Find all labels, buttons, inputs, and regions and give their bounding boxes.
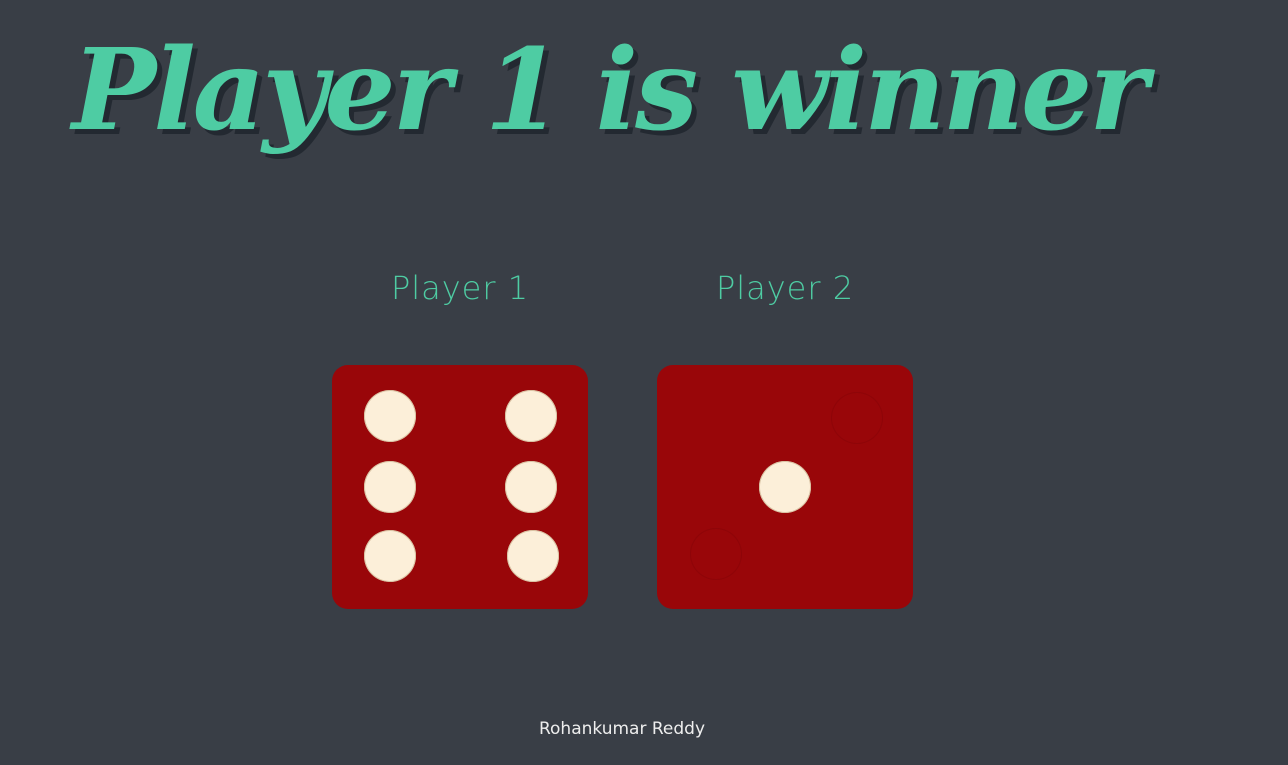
die-pip-hidden: [831, 392, 883, 444]
winner-title: Player 1 is winner: [72, 25, 1148, 156]
die-pip: [364, 390, 416, 442]
die-pip: [505, 461, 557, 513]
die-pip: [505, 390, 557, 442]
die-pip: [364, 530, 416, 582]
player-1-die: [332, 365, 588, 609]
player-1-label: Player 1: [390, 269, 530, 307]
die-pip: [507, 530, 559, 582]
author-credit: Rohankumar Reddy: [538, 719, 706, 739]
die-pip: [759, 461, 811, 513]
player-2-label: Player 2: [715, 269, 855, 307]
player-2-die: [657, 365, 913, 609]
die-pip: [364, 461, 416, 513]
die-pip-hidden: [690, 528, 742, 580]
